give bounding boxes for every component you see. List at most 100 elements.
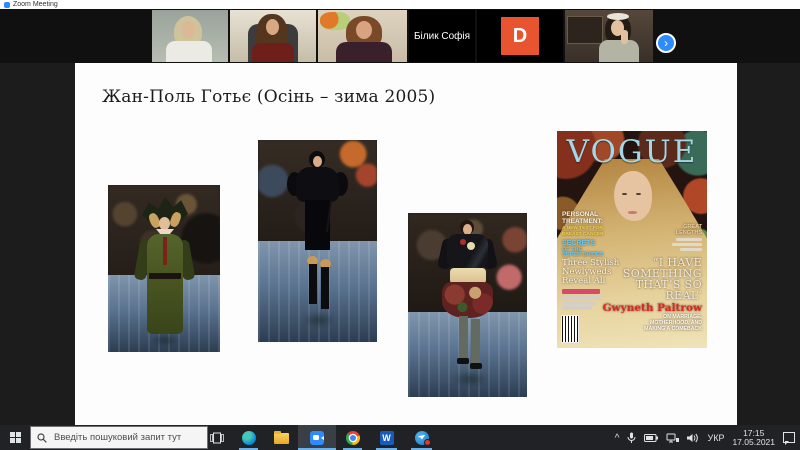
- network-icon[interactable]: [666, 433, 680, 443]
- search-icon: [37, 432, 47, 443]
- participant1-body-shape: [166, 41, 212, 62]
- photo2-face-shape: [313, 156, 322, 167]
- vogue-coverline: TREATMENT:: [562, 218, 604, 225]
- edge-icon: [241, 430, 256, 445]
- photo3-reflection: [452, 371, 488, 387]
- participant2-body-shape: [252, 43, 294, 62]
- participant3-body-shape: [336, 42, 392, 62]
- language-indicator[interactable]: УКР: [707, 433, 724, 443]
- participant-name-tile[interactable]: Білик Софія: [409, 10, 475, 62]
- participant-video-strip: Білик Софія D ›: [0, 9, 800, 63]
- photo3-jacket-shape: [447, 234, 488, 269]
- photo1-scarf-shape: [163, 237, 167, 265]
- vogue-smallprint-bar: [562, 306, 592, 310]
- task-view-button[interactable]: [202, 425, 232, 450]
- word-taskbar-button[interactable]: W: [369, 425, 404, 450]
- system-tray: ^ УКР 17:15 17.05.2021: [615, 425, 800, 450]
- participant3-face-shape: [356, 21, 372, 39]
- edge-taskbar-button[interactable]: [232, 425, 265, 450]
- vogue-smallprint-bar: [676, 238, 702, 241]
- volume-icon[interactable]: [687, 433, 699, 443]
- participant-video-4[interactable]: [565, 10, 653, 62]
- messenger-taskbar-button[interactable]: [404, 425, 439, 450]
- vogue-coverline: Reveal All: [562, 276, 606, 286]
- word-icon-letter: W: [382, 432, 391, 443]
- vogue-subline: MAKING A COMEBACK: [644, 326, 702, 332]
- participant-name-label: Білик Софія: [413, 30, 470, 42]
- zoom-camera-icon: [310, 430, 324, 445]
- vogue-coverline: A NEW TEST FOR: [562, 226, 603, 231]
- participant-video-1[interactable]: [152, 10, 228, 62]
- file-explorer-button[interactable]: [265, 425, 298, 450]
- vogue-barcode: [561, 315, 579, 343]
- vogue-statement-line: REAL”: [665, 289, 702, 302]
- participant4-body-shape: [599, 40, 639, 62]
- search-input[interactable]: [52, 431, 196, 444]
- photo1-reflection: [148, 333, 182, 347]
- photo3-shoe-left-shape: [457, 358, 469, 364]
- tray-expand-button[interactable]: ^: [614, 432, 620, 444]
- runway-photo-1: [108, 185, 220, 352]
- photo1-belt-shape: [149, 273, 181, 279]
- zoom-app-icon: [4, 1, 10, 8]
- presentation-slide: Жан-Поль Готьє (Осінь – зима 2005) VOGUE…: [75, 63, 737, 425]
- photo3-corsage-red-shape: [460, 239, 466, 245]
- photo3-shoe-right-shape: [470, 363, 482, 369]
- participant-video-2[interactable]: [230, 10, 316, 62]
- avatar: D: [501, 17, 539, 55]
- vogue-smallprint-bar: [680, 248, 702, 251]
- notification-badge: [423, 438, 431, 446]
- vogue-masthead: VOGUE: [566, 134, 698, 170]
- action-center-button[interactable]: [783, 432, 795, 445]
- runway-photo-3: [408, 213, 527, 397]
- mic-icon[interactable]: [627, 432, 636, 444]
- window-titlebar: Zoom Meeting: [0, 0, 800, 9]
- participant4-headband-shape: [607, 13, 629, 20]
- photo2-blouse-shape: [296, 167, 339, 202]
- vogue-model-eye-right-shape: [636, 193, 641, 195]
- photo3-corsage-cream-shape: [467, 242, 475, 250]
- messenger-icon: [414, 430, 431, 446]
- photo3-boot-left-shape: [459, 316, 468, 360]
- photo3-boot-right-shape: [471, 319, 480, 365]
- taskbar-search[interactable]: [30, 426, 208, 449]
- participant1-face-shape: [181, 21, 195, 38]
- participant-video-3[interactable]: [318, 10, 407, 62]
- participant4-bed-shape: [567, 16, 603, 44]
- participant-avatar-tile[interactable]: D: [477, 10, 563, 62]
- chrome-icon: [345, 430, 360, 445]
- chevron-right-icon: ›: [664, 36, 668, 50]
- zoom-meeting-window: Zoom Meeting Білик Софія D › Жан-Поль Го…: [0, 0, 800, 450]
- photo2-reflection: [302, 312, 336, 328]
- taskbar-clock[interactable]: 17:15 17.05.2021: [732, 428, 775, 447]
- vogue-coverline: BREAST CANCER: [562, 231, 604, 237]
- vogue-smallprint-bar: [672, 243, 702, 246]
- vogue-cover-star-name: Gwyneth Paltrow: [602, 302, 702, 314]
- zoom-taskbar-button[interactable]: [298, 425, 336, 450]
- vogue-model-eye-left-shape: [622, 193, 627, 195]
- vogue-smallprint-bar: [562, 301, 596, 305]
- participant2-face-shape: [266, 19, 279, 35]
- chrome-taskbar-button[interactable]: [336, 425, 369, 450]
- slide-title: Жан-Поль Готьє (Осінь – зима 2005): [102, 87, 436, 107]
- vogue-coverline: PERSONAL: [562, 211, 599, 218]
- start-button[interactable]: [0, 425, 30, 450]
- photo3-ruffle-skirt-shape: [442, 282, 493, 318]
- window-title: Zoom Meeting: [13, 1, 58, 8]
- participant4-hand-shape: [621, 30, 628, 44]
- windows-icon: [9, 432, 21, 443]
- avatar-initial: D: [512, 24, 528, 47]
- vogue-model-lips-shape: [628, 211, 637, 214]
- chevron-up-icon: ^: [614, 432, 620, 444]
- vogue-smallprint-bar: [562, 296, 602, 300]
- runway-photo-2: [258, 140, 377, 342]
- vogue-cover: VOGUE PERSONAL TREATMENT: A NEW TEST FOR…: [557, 131, 707, 348]
- word-icon: W: [379, 430, 394, 445]
- battery-icon[interactable]: [644, 433, 659, 442]
- file-explorer-icon: [274, 431, 289, 444]
- task-view-icon: [210, 432, 224, 443]
- windows-taskbar: W ^: [0, 425, 800, 450]
- vogue-coverline: LENGTHS: [675, 230, 702, 236]
- gallery-next-button[interactable]: ›: [656, 33, 676, 53]
- photo2-boot-right-shape: [321, 267, 329, 309]
